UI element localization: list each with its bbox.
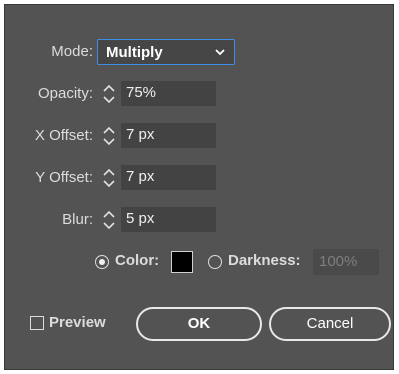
color-swatch[interactable] <box>171 251 193 273</box>
mode-value: Multiply <box>106 44 163 61</box>
x-offset-spin-up-down-icon[interactable] <box>99 123 119 149</box>
darkness-label: Darkness: <box>228 252 301 269</box>
y-offset-spin-up-down-icon[interactable] <box>99 165 119 191</box>
darkness-input: 100% <box>313 249 379 275</box>
blur-input[interactable]: 5 px <box>121 207 216 232</box>
preview-checkbox[interactable] <box>30 316 44 330</box>
darkness-radio[interactable] <box>208 255 222 269</box>
y-offset-label: Y Offset: <box>35 169 93 186</box>
opacity-input[interactable]: 75% <box>121 81 216 106</box>
x-offset-input[interactable]: 7 px <box>121 123 216 148</box>
opacity-spin-up-down-icon[interactable] <box>99 81 119 107</box>
x-offset-label: X Offset: <box>34 127 93 144</box>
mode-label: Mode: <box>51 43 93 60</box>
mode-dropdown[interactable]: Multiply <box>97 39 235 65</box>
color-label: Color: <box>115 252 160 269</box>
ok-button[interactable]: OK <box>136 307 262 341</box>
cancel-button[interactable]: Cancel <box>269 307 391 341</box>
y-offset-input[interactable]: 7 px <box>121 165 216 190</box>
preview-label: Preview <box>49 314 106 331</box>
blur-label: Blur: <box>62 211 93 228</box>
drop-shadow-dialog: Mode: Multiply Opacity: 75% X Offset: 7 … <box>4 4 394 370</box>
color-radio[interactable] <box>95 255 109 269</box>
chevron-down-icon <box>214 45 226 62</box>
blur-spin-up-down-icon[interactable] <box>99 207 119 233</box>
opacity-label: Opacity: <box>37 85 93 102</box>
